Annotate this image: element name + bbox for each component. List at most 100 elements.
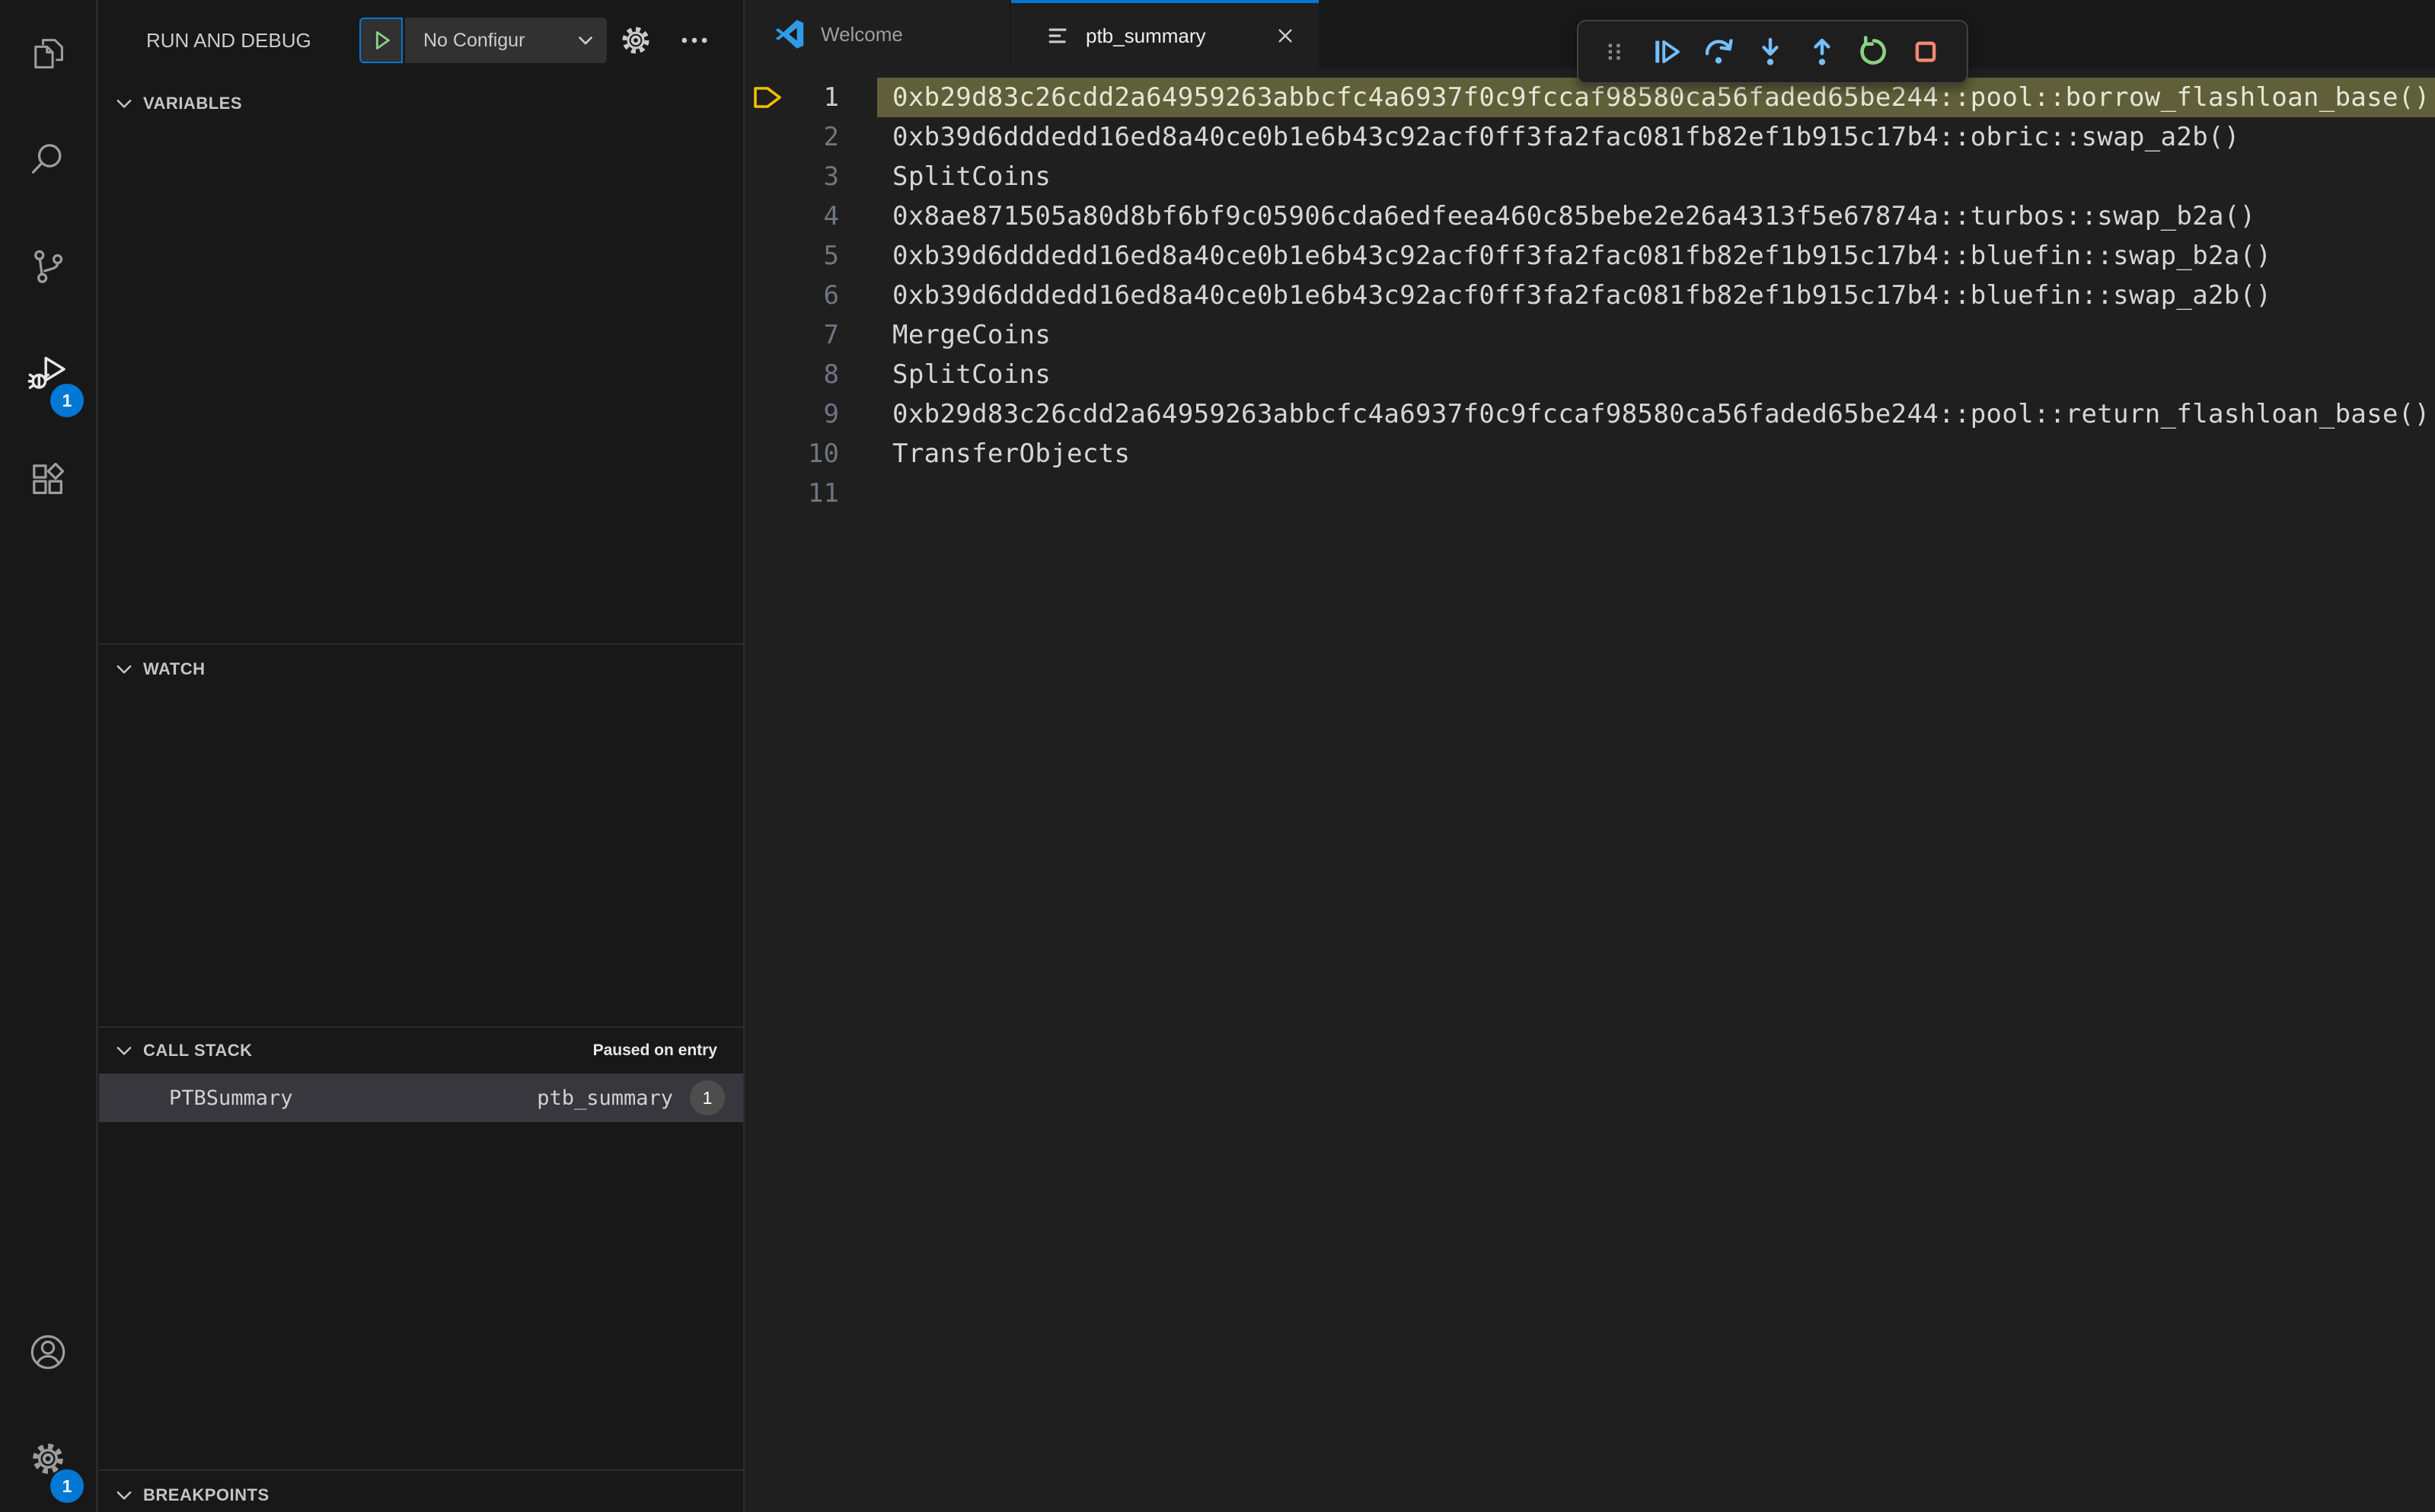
search-icon [28,140,68,180]
line-number: 5 [823,241,839,271]
code-line[interactable]: 5 0xb39d6dddedd16ed8a40ce0b1e6b43c92acf0… [746,236,2435,276]
line-number: 7 [823,320,839,350]
stop-button[interactable] [1900,26,1952,78]
section-header-variables[interactable]: VARIABLES [99,85,743,122]
sidebar-header: RUN AND DEBUG No Configur [99,0,743,81]
code-line[interactable]: 6 0xb39d6dddedd16ed8a40ce0b1e6b43c92acf0… [746,276,2435,315]
sidebar-item-search[interactable] [0,107,96,213]
tab-label: Welcome [821,22,903,46]
code-line[interactable]: 9 0xb29d83c26cdd2a64959263abbcfc4a6937f0… [746,394,2435,434]
continue-button[interactable] [1641,26,1693,78]
debug-config-dropdown[interactable]: No Configur [405,18,607,63]
section-divider [99,1026,743,1028]
section-label: BREAKPOINTS [143,1485,270,1504]
line-number: 2 [823,122,839,152]
frame-badge: 1 [690,1080,725,1115]
step-into-icon [1753,34,1788,69]
toolbar-drag-handle[interactable] [1589,26,1641,78]
section-header-breakpoints[interactable]: BREAKPOINTS [99,1477,743,1512]
tab-ptb-summary[interactable]: ptb_summary [1011,0,1319,69]
sidebar-item-run-and-debug[interactable]: 1 [0,320,96,426]
code-line[interactable]: 8 SplitCoins [746,355,2435,394]
tab-welcome[interactable]: Welcome [746,0,1010,69]
debug-badge: 1 [50,384,84,417]
sidebar-item-explorer[interactable] [0,0,96,107]
stop-icon [1908,34,1943,69]
gear-icon [618,23,653,58]
ellipsis-icon [678,24,710,56]
line-text: 0xb39d6dddedd16ed8a40ce0b1e6b43c92acf0ff… [892,241,2272,271]
accounts-button[interactable] [0,1299,96,1405]
line-number: 9 [823,399,839,429]
line-text: 0xb39d6dddedd16ed8a40ce0b1e6b43c92acf0ff… [892,122,2240,152]
chevron-down-icon [113,1484,136,1507]
tab-label: ptb_summary [1086,24,1206,47]
section-divider [99,643,743,645]
files-icon [28,33,68,73]
source-control-icon [28,247,68,286]
debug-start-group: No Configur [359,18,607,63]
run-and-debug-sidebar: RUN AND DEBUG No Configur VARIABLES WATC… [99,0,745,1512]
frame-name: PTBSummary [169,1086,293,1110]
editor-code-area[interactable]: 1 0xb29d83c26cdd2a64959263abbcfc4a6937f0… [746,69,2435,1512]
call-stack-frame-row[interactable]: PTBSummary ptb_summary 1 [99,1073,743,1122]
code-line[interactable]: 3 SplitCoins [746,157,2435,196]
pause-reason-status: Paused on entry [592,1041,717,1059]
drag-handle-icon [1600,37,1630,67]
chevron-down-icon [575,30,596,51]
views-more-actions-button[interactable] [675,21,714,60]
vscode-logo-icon [772,17,807,52]
section-label: CALL STACK [143,1041,253,1060]
list-file-icon [1045,21,1074,50]
line-text: TransferObjects [892,439,1131,469]
line-number: 4 [823,201,839,231]
restart-button[interactable] [1848,26,1900,78]
play-icon [369,27,394,53]
chevron-down-icon [113,92,136,115]
step-out-button[interactable] [1796,26,1848,78]
debug-toolbar [1577,20,1968,84]
frame-source: ptb_summary [537,1086,673,1110]
line-number: 8 [823,359,839,390]
section-divider [99,1469,743,1471]
account-icon [27,1332,69,1373]
line-text: SplitCoins [892,359,1052,390]
line-number: 3 [823,161,839,192]
step-into-button[interactable] [1744,26,1796,78]
section-label: WATCH [143,659,206,678]
debug-settings-button[interactable] [616,21,656,60]
step-out-icon [1805,34,1840,69]
section-label: VARIABLES [143,94,242,113]
line-text: MergeCoins [892,320,1052,350]
line-number: 6 [823,280,839,311]
sidebar-item-source-control[interactable] [0,213,96,320]
section-header-watch[interactable]: WATCH [99,651,743,687]
line-text: SplitCoins [892,161,1052,192]
step-over-button[interactable] [1693,26,1744,78]
step-over-icon [1701,34,1736,69]
start-debugging-button[interactable] [359,18,403,63]
chevron-down-icon [113,658,136,681]
line-number: 11 [808,478,839,509]
restart-icon [1856,34,1891,69]
code-line[interactable]: 2 0xb39d6dddedd16ed8a40ce0b1e6b43c92acf0… [746,117,2435,157]
code-line[interactable]: 10 TransferObjects [746,434,2435,474]
settings-button[interactable]: 1 [0,1405,96,1512]
section-header-call-stack[interactable]: CALL STACK Paused on entry [99,1032,743,1069]
settings-badge: 1 [50,1469,84,1503]
code-line[interactable]: 4 0x8ae871505a80d8bf6bf9c05906cda6edfeea… [746,196,2435,236]
debug-config-label: No Configur [423,29,525,51]
extensions-icon [28,460,68,499]
sidebar-item-extensions[interactable] [0,426,96,533]
line-text: 0xb29d83c26cdd2a64959263abbcfc4a6937f0c9… [892,399,2430,429]
code-line[interactable]: 7 MergeCoins [746,315,2435,355]
line-text: 0x8ae871505a80d8bf6bf9c05906cda6edfeea46… [892,201,2256,231]
close-icon[interactable] [1270,21,1300,51]
continue-icon [1649,34,1684,69]
sidebar-title: RUN AND DEBUG [146,28,311,52]
line-number: 1 [823,82,839,113]
code-line[interactable]: 11 [746,474,2435,513]
chevron-down-icon [113,1039,136,1062]
activity-bar: 1 1 [0,0,97,1512]
line-text: 0xb39d6dddedd16ed8a40ce0b1e6b43c92acf0ff… [892,280,2272,311]
